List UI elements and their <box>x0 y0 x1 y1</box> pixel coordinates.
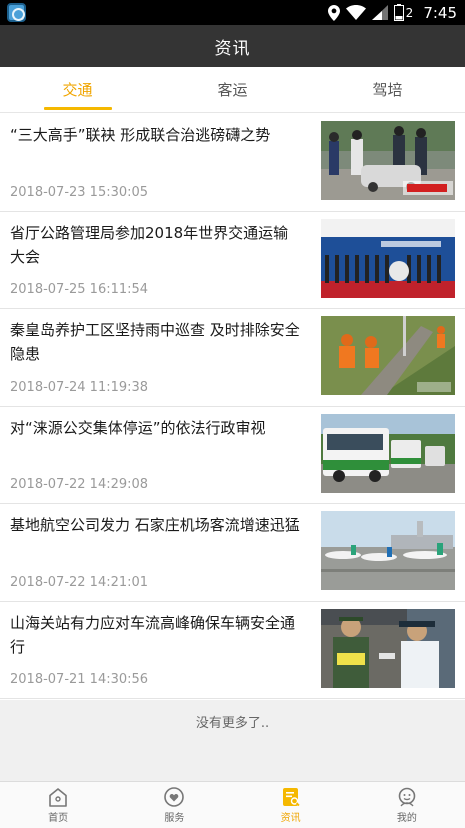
news-item[interactable]: “三大高手”联袂 形成联合治逃磅礴之势 2018-07-23 15:30:05 <box>0 114 465 212</box>
tab-passenger[interactable]: 客运 <box>155 67 310 112</box>
news-thumbnail <box>321 413 455 493</box>
status-bar: 2 7:45 <box>0 0 465 25</box>
profile-icon <box>398 787 416 806</box>
news-thumbnail <box>321 511 455 590</box>
status-icons: 2 7:45 <box>327 0 457 25</box>
news-date: 2018-07-21 14:30:56 <box>10 672 149 687</box>
nav-home[interactable]: 首页 <box>0 782 116 828</box>
news-date: 2018-07-23 15:30:05 <box>10 184 149 200</box>
nav-news-label: 资讯 <box>280 812 301 824</box>
news-item[interactable]: 基地航空公司发力 石家庄机场客流增速迅猛 2018-07-22 14:21:01 <box>0 504 465 602</box>
bottom-nav: 首页 服务 资讯 我的 <box>0 781 465 828</box>
news-thumbnail <box>321 608 455 688</box>
news-thumbnail <box>321 316 455 395</box>
news-title: 对“涞源公交集体停运”的依法行政审视 <box>10 418 266 437</box>
news-item[interactable]: 对“涞源公交集体停运”的依法行政审视 2018-07-22 14:29:08 <box>0 406 465 504</box>
page-title: 资讯 <box>214 38 251 59</box>
nav-profile[interactable]: 我的 <box>349 782 465 828</box>
nav-service[interactable]: 服务 <box>116 782 232 828</box>
title-bar: 资讯 <box>0 25 465 67</box>
wifi-icon <box>345 5 366 20</box>
nav-profile-label: 我的 <box>396 812 417 824</box>
news-item[interactable]: 秦皇岛养护工区坚持雨中巡查 及时排除安全隐患 2018-07-24 11:19:… <box>0 309 465 407</box>
news-title: “三大高手”联袂 形成联合治逃磅礴之势 <box>10 126 271 144</box>
battery-icon <box>393 4 404 21</box>
news-thumbnail <box>321 121 455 200</box>
news-title: 省厅公路管理局参加2018年世界交通运输大会 <box>10 223 289 266</box>
list-end-area: 没有更多了.. <box>0 700 465 781</box>
nav-news[interactable]: 资讯 <box>233 782 349 828</box>
news-title: 基地航空公司发力 石家庄机场客流增速迅猛 <box>10 516 300 534</box>
no-more-text: 没有更多了.. <box>195 716 270 731</box>
news-title: 秦皇岛养护工区坚持雨中巡查 及时排除安全隐患 <box>10 321 300 363</box>
app-notification-icon <box>7 3 26 22</box>
news-date: 2018-07-22 14:29:08 <box>10 477 149 492</box>
service-icon <box>164 786 185 807</box>
news-item[interactable]: 山海关站有力应对车流高峰确保车辆安全通行 2018-07-21 14:30:56 <box>0 601 465 699</box>
nav-service-label: 服务 <box>164 812 185 824</box>
news-icon <box>282 787 300 806</box>
location-icon <box>327 4 340 21</box>
news-date: 2018-07-25 16:11:54 <box>10 282 149 297</box>
news-item[interactable]: 省厅公路管理局参加2018年世界交通运输大会 2018-07-25 16:11:… <box>0 211 465 309</box>
news-date: 2018-07-22 14:21:01 <box>10 574 149 590</box>
news-list: “三大高手”联袂 形成联合治逃磅礴之势 2018-07-23 15:30:05 <box>0 114 465 699</box>
news-title: 山海关站有力应对车流高峰确保车辆安全通行 <box>10 613 296 656</box>
status-time: 7:45 <box>423 3 457 22</box>
battery-level: 2 <box>405 5 414 20</box>
home-icon <box>49 787 67 807</box>
nav-home-label: 首页 <box>48 812 69 824</box>
tab-driver-training[interactable]: 驾培 <box>310 67 465 112</box>
tab-traffic[interactable]: 交通 <box>0 67 155 112</box>
news-date: 2018-07-24 11:19:38 <box>10 379 149 395</box>
news-thumbnail <box>321 218 455 298</box>
category-tabs: 交通 客运 驾培 <box>0 67 465 113</box>
signal-icon <box>371 5 388 20</box>
